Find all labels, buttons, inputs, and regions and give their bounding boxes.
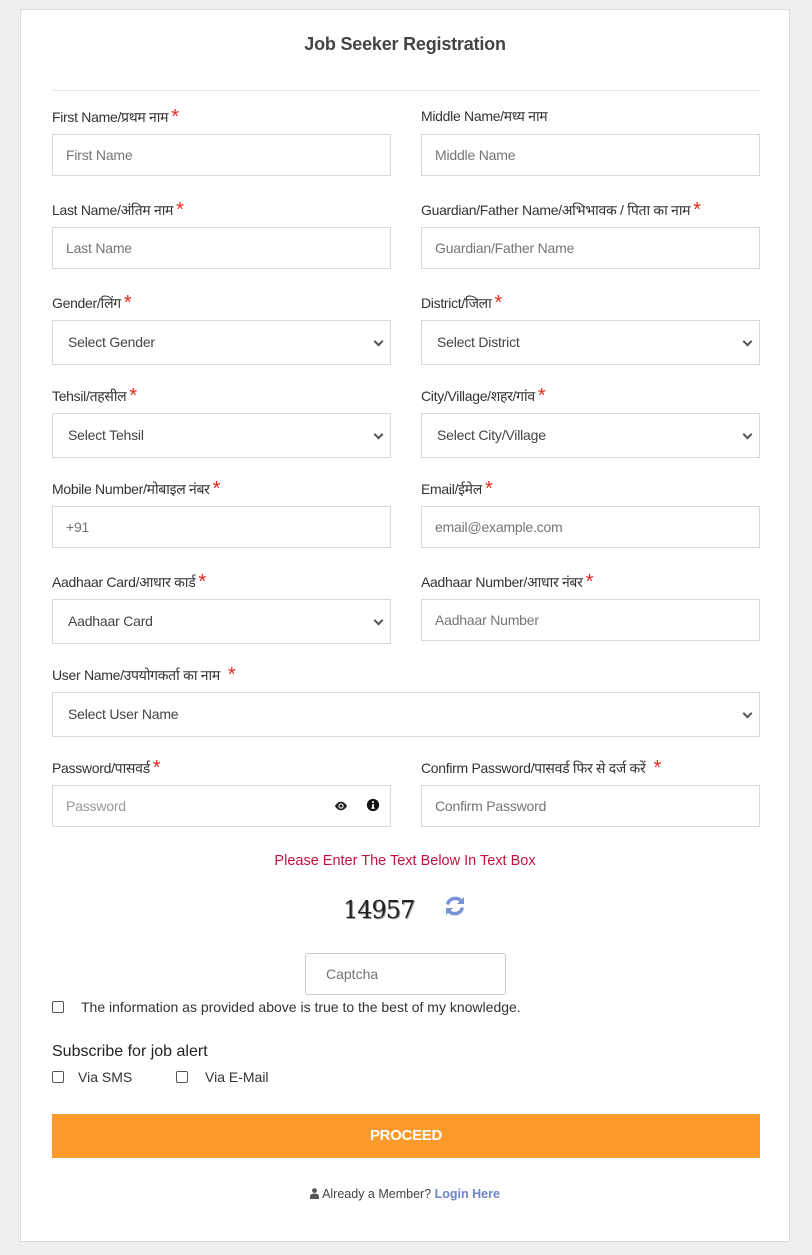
mobile-group: Mobile Number/मोबाइल नंबर * (52, 478, 391, 548)
password-input[interactable]: Password (52, 785, 391, 827)
tehsil-select[interactable]: Select Tehsil (52, 413, 391, 458)
declaration-row: The information as provided above is tru… (52, 999, 521, 1015)
declaration-label: The information as provided above is tru… (81, 999, 521, 1015)
title-divider (52, 90, 760, 91)
city-village-label: City/Village/शहर/गांव (421, 388, 535, 404)
id-type-label: Aadhaar Card/आधार कार्ड (52, 574, 196, 590)
email-input[interactable] (421, 506, 760, 548)
proceed-button[interactable]: PROCEED (52, 1114, 760, 1158)
password-placeholder: Password (66, 798, 126, 814)
middle-name-label: Middle Name/मध्य नाम (421, 108, 548, 124)
declaration-checkbox[interactable] (52, 1001, 64, 1013)
captcha-image: 14957 (343, 896, 415, 924)
required-marker: * (653, 757, 661, 779)
gender-select[interactable]: Select Gender (52, 320, 391, 365)
email-group: Email/ईमेल * (421, 478, 760, 548)
id-number-label: Aadhaar Number/आधार नंबर (421, 574, 583, 590)
guardian-name-input[interactable] (421, 227, 760, 269)
city-village-select[interactable]: Select City/Village (421, 413, 760, 458)
required-marker: * (585, 571, 594, 593)
district-label: District/जिला (421, 295, 492, 311)
guardian-name-group: Guardian/Father Name/अभिभावक / पिता का न… (421, 199, 760, 269)
password-label: Password/पासवर्ड (52, 760, 150, 776)
required-marker: * (484, 478, 493, 500)
city-village-selected: Select City/Village (437, 427, 546, 443)
required-marker: * (198, 571, 206, 593)
sms-label: Via SMS (78, 1069, 133, 1085)
confirm-password-group: Confirm Password/पासवर्ड फिर से दर्ज करे… (421, 757, 760, 827)
required-marker: * (123, 292, 132, 314)
email-alert-label: Via E-Mail (205, 1069, 269, 1085)
chevron-down-icon (742, 336, 753, 347)
subscribe-email-row: Via E-Mail (176, 1069, 269, 1085)
id-type-group: Aadhaar Card/आधार कार्ड * Aadhaar Card (52, 571, 391, 644)
eye-icon[interactable] (334, 799, 348, 813)
first-name-input[interactable] (52, 134, 391, 176)
member-text: Already a Member? (322, 1187, 432, 1201)
username-select[interactable]: Select User Name (52, 692, 760, 737)
subscribe-heading: Subscribe for job alert (52, 1043, 208, 1060)
gender-group: Gender/लिंग * Select Gender (52, 292, 391, 365)
username-label: User Name/उपयोगकर्ता का नाम (52, 667, 220, 683)
required-marker: * (537, 385, 546, 407)
id-type-select[interactable]: Aadhaar Card (52, 599, 391, 644)
district-selected: Select District (437, 334, 520, 350)
tehsil-label: Tehsil/तहसील (52, 388, 127, 404)
chevron-down-icon (742, 708, 753, 719)
password-group: Password/पासवर्ड * Password (52, 757, 391, 827)
tehsil-selected: Select Tehsil (68, 427, 144, 443)
login-row: Already a Member? Login Here (21, 1187, 789, 1201)
page-title: Job Seeker Registration (304, 34, 506, 54)
gender-selected: Select Gender (68, 334, 155, 350)
email-label: Email/ईमेल (421, 481, 482, 497)
sms-checkbox[interactable] (52, 1071, 64, 1083)
last-name-input[interactable] (52, 227, 391, 269)
required-marker: * (171, 106, 179, 128)
guardian-name-label: Guardian/Father Name/अभिभावक / पिता का न… (421, 202, 691, 218)
required-marker: * (693, 199, 701, 221)
required-marker: * (227, 664, 236, 686)
subscribe-sms-row: Via SMS (52, 1069, 132, 1085)
id-number-group: Aadhaar Number/आधार नंबर * (421, 571, 760, 641)
info-icon[interactable] (366, 798, 380, 812)
first-name-label: First Name/प्रथम नाम (52, 109, 169, 125)
id-number-input[interactable] (421, 599, 760, 641)
username-selected: Select User Name (68, 706, 179, 722)
chevron-down-icon (373, 336, 384, 347)
last-name-group: Last Name/अंतिम नाम * (52, 199, 391, 269)
required-marker: * (212, 478, 221, 500)
user-icon (310, 1188, 320, 1199)
required-marker: * (129, 385, 137, 407)
middle-name-input[interactable] (421, 134, 760, 176)
chevron-down-icon (373, 615, 384, 626)
district-select[interactable]: Select District (421, 320, 760, 365)
required-marker: * (152, 757, 161, 779)
chevron-down-icon (742, 429, 753, 440)
confirm-password-input[interactable] (421, 785, 760, 827)
id-type-selected: Aadhaar Card (68, 613, 153, 629)
required-marker: * (176, 199, 184, 221)
refresh-icon[interactable] (443, 894, 467, 918)
registration-card: Job Seeker Registration First Name/प्रथम… (20, 9, 790, 1242)
mobile-label: Mobile Number/मोबाइल नंबर (52, 481, 210, 497)
mobile-input[interactable] (52, 506, 391, 548)
username-group: User Name/उपयोगकर्ता का नाम * Select User… (52, 664, 760, 737)
confirm-password-label: Confirm Password/पासवर्ड फिर से दर्ज करे… (421, 760, 646, 776)
login-link[interactable]: Login Here (435, 1187, 500, 1201)
chevron-down-icon (373, 429, 384, 440)
captcha-instruction: Please Enter The Text Below In Text Box (274, 853, 536, 869)
captcha-input[interactable] (305, 953, 506, 995)
last-name-label: Last Name/अंतिम नाम (52, 202, 174, 218)
tehsil-group: Tehsil/तहसील * Select Tehsil (52, 385, 391, 458)
gender-label: Gender/लिंग (52, 295, 121, 311)
district-group: District/जिला * Select District (421, 292, 760, 365)
city-village-group: City/Village/शहर/गांव * Select City/Villa… (421, 385, 760, 458)
middle-name-group: Middle Name/मध्य नाम (421, 106, 760, 176)
email-checkbox[interactable] (176, 1071, 188, 1083)
first-name-group: First Name/प्रथम नाम * (52, 106, 391, 176)
required-marker: * (494, 292, 503, 314)
